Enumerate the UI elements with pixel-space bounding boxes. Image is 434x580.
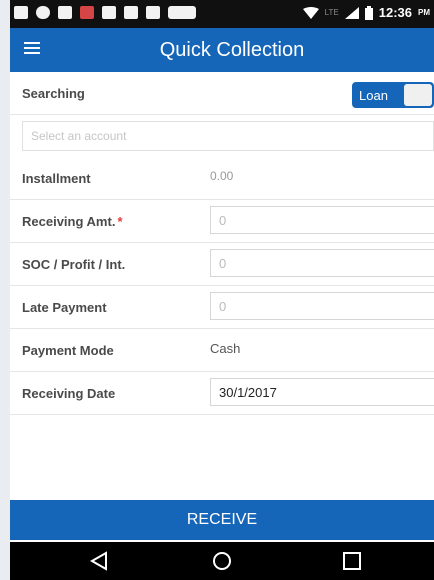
- toggle-label: Loan: [359, 87, 388, 103]
- home-icon[interactable]: [210, 550, 234, 572]
- page-title: Quick Collection: [159, 39, 305, 61]
- toggle-knob: [404, 84, 432, 106]
- soc-field[interactable]: [210, 249, 434, 277]
- receiving-date-input[interactable]: [211, 379, 434, 405]
- network-type: LTE: [324, 8, 339, 17]
- account-row: [10, 115, 434, 157]
- back-icon[interactable]: [88, 550, 112, 572]
- installment-label: Installment: [22, 171, 91, 186]
- status-time: 12:36: [378, 5, 412, 20]
- receiving-date-field[interactable]: [210, 378, 434, 406]
- loan-toggle[interactable]: Loan: [352, 82, 434, 108]
- app-icon: [102, 6, 116, 19]
- receiving-date-row: Receiving Date: [10, 372, 434, 415]
- payment-mode-label: Payment Mode: [22, 343, 114, 358]
- signal-icon: [344, 6, 359, 19]
- installment-row: Installment 0.00: [10, 157, 434, 200]
- receiving-date-label: Receiving Date: [22, 386, 116, 401]
- phone-screen: LTE 12:36 PM Quick Collection Searching L…: [10, 0, 434, 580]
- soc-label: SOC / Profit / Int.: [22, 257, 126, 272]
- payment-mode-value: Cash: [210, 341, 241, 356]
- installment-value: 0.00: [210, 169, 234, 183]
- battery-icon: [364, 5, 373, 20]
- payment-mode-row: Payment Mode Cash: [10, 329, 434, 372]
- app-notification-icon: [80, 6, 94, 19]
- image-icon: [58, 6, 72, 19]
- late-payment-row: Late Payment: [10, 286, 434, 329]
- collection-form: Searching Loan Installment 0.00 Receivin…: [10, 72, 434, 415]
- notification-icons: [14, 6, 196, 19]
- app-icon: [124, 6, 138, 19]
- volte-icon: [168, 6, 196, 19]
- receiving-amt-input[interactable]: [211, 207, 434, 233]
- android-nav-bar: [10, 542, 434, 580]
- late-payment-input[interactable]: [211, 293, 434, 319]
- account-select[interactable]: [22, 121, 434, 151]
- status-ampm: PM: [418, 8, 430, 17]
- receive-button[interactable]: RECEIVE: [10, 500, 434, 540]
- soc-row: SOC / Profit / Int.: [10, 243, 434, 286]
- wifi-icon: [302, 6, 319, 19]
- app-bar: Quick Collection: [10, 28, 434, 72]
- status-bar: LTE 12:36 PM: [10, 0, 434, 28]
- receiving-amt-text: Receiving Amt.: [22, 214, 116, 229]
- searching-row: Searching Loan: [10, 72, 434, 115]
- receiving-amt-field[interactable]: [210, 206, 434, 234]
- searching-label: Searching: [22, 86, 85, 101]
- late-payment-field[interactable]: [210, 292, 434, 320]
- message-icon: [14, 6, 28, 19]
- soc-input[interactable]: [211, 250, 434, 276]
- required-marker: *: [117, 214, 123, 229]
- late-payment-label: Late Payment: [22, 300, 107, 315]
- receiving-amt-row: Receiving Amt. *: [10, 200, 434, 243]
- status-right: LTE 12:36 PM: [302, 5, 430, 20]
- account-input[interactable]: [23, 122, 433, 150]
- location-icon: [36, 6, 50, 19]
- receiving-amt-label: Receiving Amt. *: [22, 214, 123, 229]
- recent-apps-icon[interactable]: [340, 550, 364, 572]
- shopping-bag-icon: [146, 6, 160, 19]
